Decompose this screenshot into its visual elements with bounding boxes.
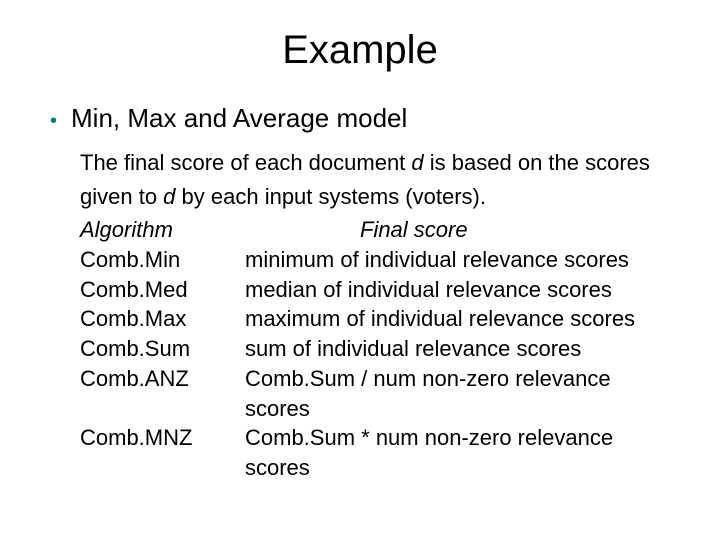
algorithm-table: Algorithm Final score Comb.Min minimum o…: [80, 215, 680, 482]
algo-name: Comb.Med: [80, 275, 245, 305]
algo-score: maximum of individual relevance scores: [245, 304, 680, 334]
slide-title: Example: [40, 28, 680, 73]
algo-score: minimum of individual relevance scores: [245, 245, 680, 275]
algo-name: Comb.MNZ: [80, 423, 245, 482]
algo-name: Comb.Sum: [80, 334, 245, 364]
algo-score: Comb.Sum / num non-zero relevance scores: [245, 364, 680, 423]
table-row: Comb.Max maximum of individual relevance…: [80, 304, 680, 334]
algo-score: Comb.Sum * num non-zero relevance scores: [245, 423, 680, 482]
intro-line-2: given to d by each input systems (voters…: [80, 182, 680, 212]
intro-line-1: The final score of each document d is ba…: [80, 148, 680, 178]
header-final-score: Final score: [245, 215, 680, 245]
header-algorithm: Algorithm: [80, 215, 245, 245]
table-row: Comb.MNZ Comb.Sum * num non-zero relevan…: [80, 423, 680, 482]
algo-score: median of individual relevance scores: [245, 275, 680, 305]
intro-1c: is based on the scores: [424, 150, 650, 175]
slide: Example • Min, Max and Average model The…: [0, 0, 720, 540]
bullet-text: Min, Max and Average model: [71, 103, 407, 134]
algo-score: sum of individual relevance scores: [245, 334, 680, 364]
intro-1a: The final score of each document: [80, 150, 411, 175]
bullet-item: • Min, Max and Average model: [40, 103, 680, 134]
table-row: Comb.Min minimum of individual relevance…: [80, 245, 680, 275]
intro-1b: d: [411, 150, 423, 175]
table-row: Comb.ANZ Comb.Sum / num non-zero relevan…: [80, 364, 680, 423]
table-row: Comb.Sum sum of individual relevance sco…: [80, 334, 680, 364]
algo-name: Comb.Max: [80, 304, 245, 334]
table-header: Algorithm Final score: [80, 215, 680, 245]
algo-name: Comb.ANZ: [80, 364, 245, 423]
bullet-icon: •: [50, 111, 57, 131]
intro-2a: given to: [80, 184, 163, 209]
intro-2c: by each input systems (voters).: [175, 184, 486, 209]
intro-2b: d: [163, 184, 175, 209]
table-row: Comb.Med median of individual relevance …: [80, 275, 680, 305]
algo-name: Comb.Min: [80, 245, 245, 275]
body-text: The final score of each document d is ba…: [40, 148, 680, 483]
